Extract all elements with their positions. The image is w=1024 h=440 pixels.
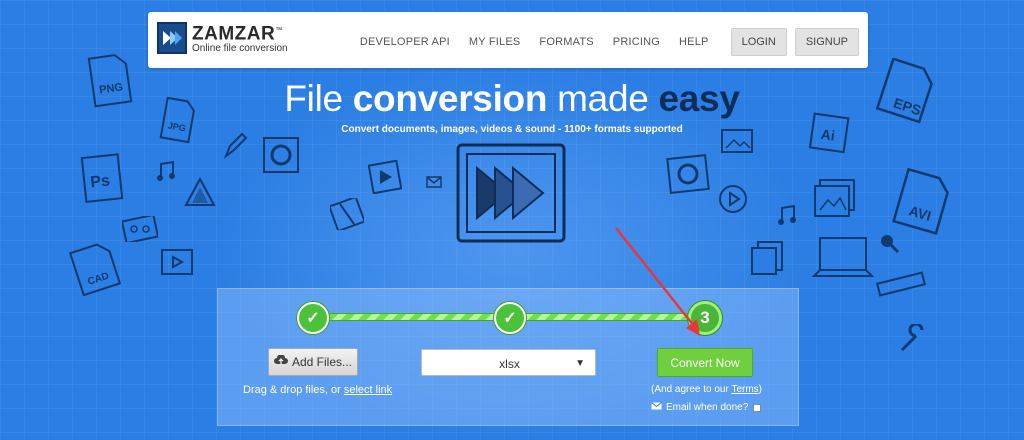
annotation-arrow — [615, 227, 700, 336]
